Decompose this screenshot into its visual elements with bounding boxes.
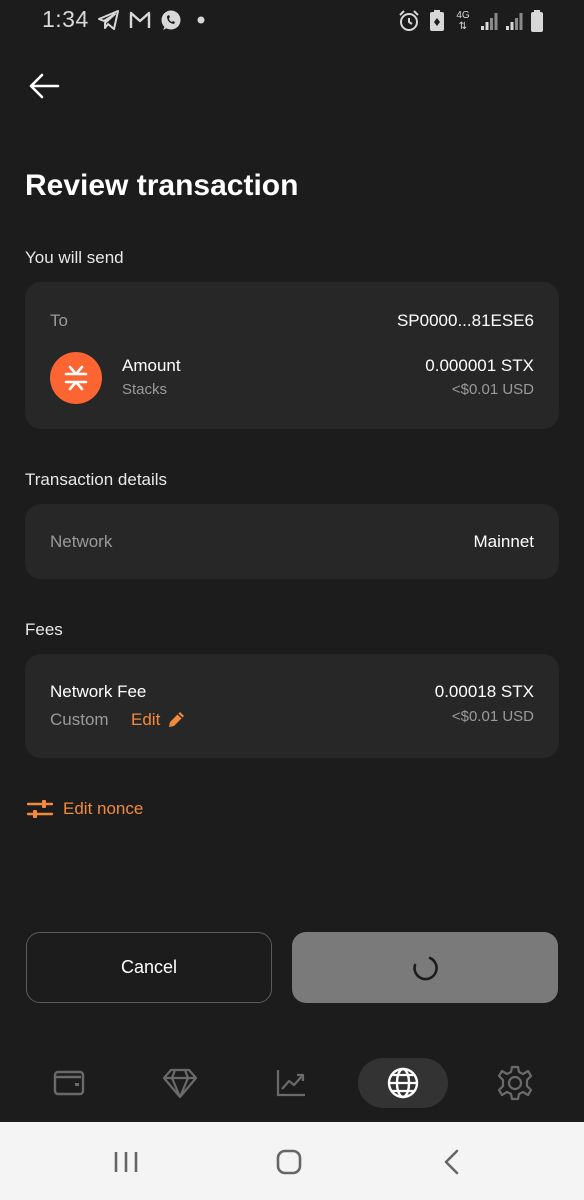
tab-collectibles[interactable] [135, 1058, 225, 1108]
signal-icon [481, 13, 498, 30]
screen: 1:34 4G ⇅ Review transaction You will se… [0, 0, 584, 1200]
confirm-button[interactable] [292, 932, 558, 1003]
fees-section-label: Fees [25, 620, 63, 639]
gear-icon [497, 1065, 533, 1101]
asset-name: Stacks [122, 381, 168, 398]
dot-icon [197, 16, 205, 24]
network-value: Mainnet [473, 532, 534, 551]
edit-nonce-label: Edit nonce [63, 799, 144, 818]
status-bar: 1:34 4G ⇅ [0, 0, 584, 42]
details-card: Network Mainnet [25, 504, 559, 579]
fees-card: Network Fee Custom Edit 0.00018 STX <$0.… [25, 654, 559, 758]
tab-settings[interactable] [470, 1058, 560, 1108]
tab-bar [0, 1048, 584, 1120]
chart-icon [276, 1070, 305, 1097]
sliders-icon [27, 800, 53, 818]
network-label: Network [50, 532, 113, 551]
chevron-left-icon [444, 1149, 459, 1175]
data-arrows-icon: ⇅ [458, 21, 468, 32]
battery-icon [531, 10, 543, 32]
viber-icon [161, 10, 181, 30]
amount-value: 0.000001 STX [425, 356, 534, 375]
alarm-icon [399, 10, 419, 31]
recent-apps-icon [114, 1152, 138, 1172]
page-title: Review transaction [25, 169, 299, 202]
pencil-icon [169, 712, 185, 727]
home-icon [276, 1149, 302, 1175]
to-address: SP0000...81ESE6 [396, 311, 534, 330]
status-time: 1:34 [42, 6, 89, 32]
fee-fiat: <$0.01 USD [451, 708, 534, 725]
system-back-button[interactable] [422, 1144, 482, 1180]
to-label: To [50, 311, 68, 330]
arrow-left-icon [29, 73, 60, 99]
edit-fee-label: Edit [131, 710, 161, 729]
wallet-icon [53, 1070, 85, 1096]
gmail-icon [129, 11, 151, 28]
system-nav-bar [0, 1122, 584, 1200]
diamond-icon [162, 1068, 198, 1099]
tab-stacking[interactable] [246, 1058, 336, 1108]
network-type: 4G [456, 10, 470, 21]
send-card: To SP0000...81ESE6 Amount Stacks 0.00000… [25, 282, 559, 429]
cancel-button[interactable]: Cancel [26, 932, 272, 1003]
amount-label: Amount [122, 356, 181, 375]
globe-icon [387, 1067, 419, 1099]
back-button[interactable] [26, 68, 62, 104]
amount-fiat: <$0.01 USD [451, 381, 534, 398]
tab-wallet[interactable] [24, 1058, 114, 1108]
stacks-logo-icon [50, 352, 102, 404]
tab-explore[interactable] [358, 1058, 448, 1108]
signal-icon [506, 13, 523, 30]
home-button[interactable] [259, 1144, 319, 1180]
network-fee-label: Network Fee [50, 682, 147, 701]
send-section-label: You will send [25, 248, 124, 267]
fee-type: Custom [50, 710, 109, 729]
edit-nonce-button[interactable]: Edit nonce [27, 798, 143, 820]
recent-apps-button[interactable] [96, 1144, 156, 1180]
details-section-label: Transaction details [25, 470, 168, 489]
telegram-icon [98, 10, 119, 30]
loading-spinner-icon [413, 956, 438, 980]
edit-fee-button[interactable]: Edit [131, 710, 186, 730]
network-type-indicator: 4G ⇅ [453, 10, 473, 32]
status-right-icons: 4G ⇅ [397, 8, 544, 34]
battery-saver-icon [430, 10, 444, 31]
fee-value: 0.00018 STX [434, 682, 534, 701]
